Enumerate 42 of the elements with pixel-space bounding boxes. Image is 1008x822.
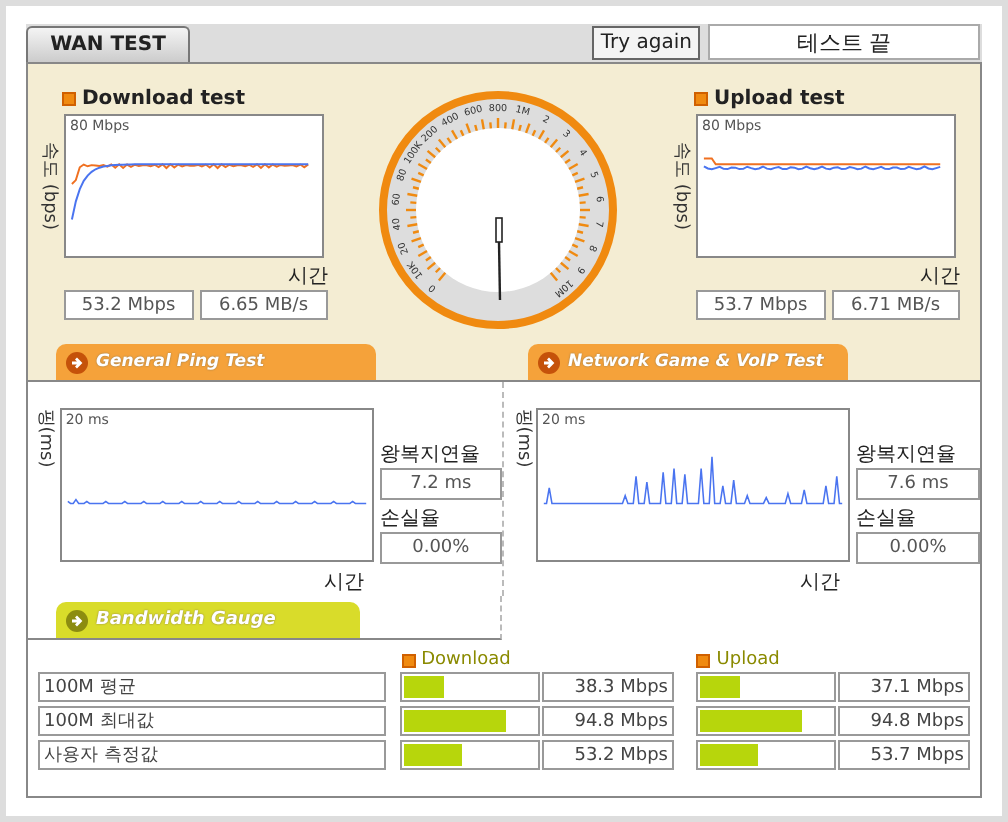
table-cell: 38.3 Mbps: [542, 672, 674, 702]
latency-label: 왕복지연율: [856, 442, 958, 468]
loss-label: 손실율: [856, 506, 918, 532]
table-cell: 사용자 측정값: [38, 740, 386, 770]
loss-readout: 0.00%: [856, 532, 980, 564]
column-header: Upload: [696, 650, 780, 670]
table-cell: 53.2 Mbps: [542, 740, 674, 770]
loss-readout: 0.00%: [379, 532, 502, 564]
axis-label: 시간: [918, 264, 960, 290]
rate-readout: 53.7 Mbps: [696, 290, 825, 320]
latency-readout: 7.2 ms: [379, 468, 502, 500]
throughput-readout: 6.65 MB/s: [199, 290, 328, 320]
table-cell: 37.1 Mbps: [838, 672, 970, 702]
try-again-button[interactable]: Try again: [592, 26, 700, 60]
loss-label: 손실율: [379, 506, 442, 532]
axis-label: 속도 (bps): [37, 142, 61, 230]
arrow-icon: [538, 351, 560, 373]
status-field: 테스트 끝: [708, 24, 980, 60]
latency-readout: 7.6 ms: [856, 468, 980, 500]
section-title: Network Game & VoIP Test: [568, 352, 824, 372]
axis-label: 시간: [798, 570, 842, 596]
table-cell: 100M 평균: [38, 672, 386, 702]
axis-label: 속도 (bps): [669, 142, 693, 230]
wan-test-tab[interactable]: WAN TEST: [26, 26, 190, 62]
table-cell: 53.7 Mbps: [838, 740, 970, 770]
rate-readout: 53.2 Mbps: [64, 290, 193, 320]
column-header: Download: [401, 650, 511, 670]
table-cell: 94.8 Mbps: [542, 706, 674, 736]
axis-label: 시간: [286, 264, 328, 290]
table-cell: 94.8 Mbps: [838, 706, 970, 736]
section-title: Bandwidth Gauge: [96, 610, 276, 630]
table-cell: 100M 최대값: [38, 706, 386, 736]
axis-label: 시간: [322, 570, 366, 596]
arrow-icon: [66, 351, 88, 373]
arrow-icon: [66, 609, 88, 631]
axis-label: 핑(ms): [510, 408, 535, 468]
throughput-readout: 6.71 MB/s: [831, 290, 960, 320]
section-title: General Ping Test: [96, 352, 265, 372]
axis-label: 핑(ms): [33, 408, 58, 468]
chart-title: Download test: [36, 88, 328, 110]
latency-label: 왕복지연율: [379, 442, 482, 468]
chart-title: Upload test: [668, 88, 960, 110]
